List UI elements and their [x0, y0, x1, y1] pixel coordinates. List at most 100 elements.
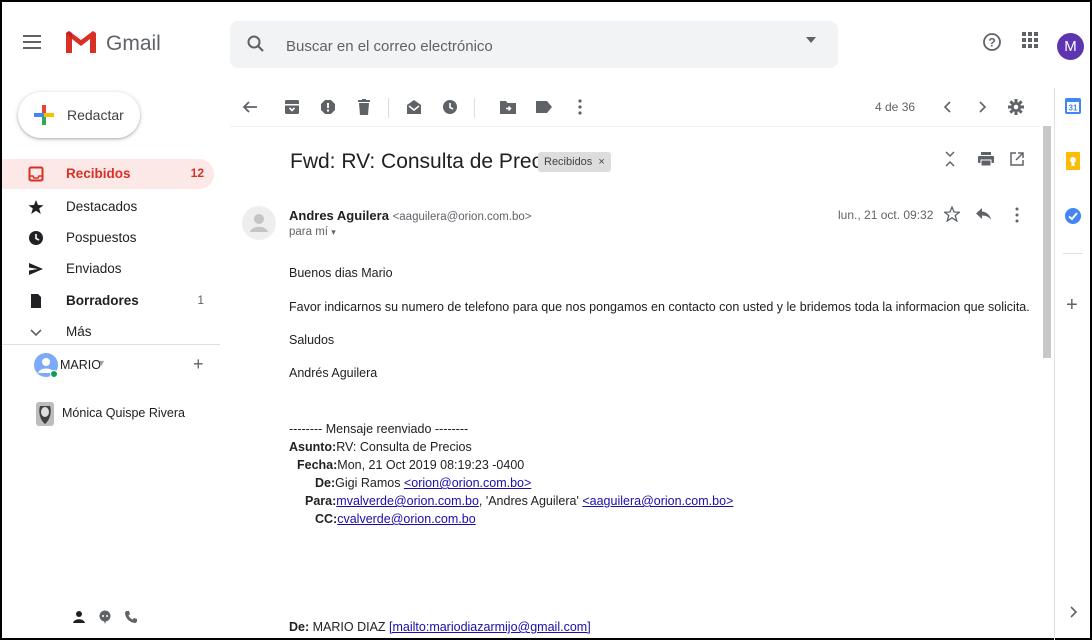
calendar-icon[interactable]: 31 — [1065, 98, 1081, 114]
message-date: lun., 21 oct. 09:32 — [838, 208, 934, 222]
sidebar-item-sent[interactable]: Enviados — [2, 254, 214, 284]
star-icon — [28, 199, 44, 215]
chat-bubble-icon[interactable] — [98, 610, 112, 624]
settings-gear-icon[interactable] — [1002, 93, 1030, 121]
forward-date-line: Fecha:Mon, 21 Oct 2019 08:19:23 -0400 — [297, 458, 524, 472]
collapse-all-icon[interactable] — [944, 151, 956, 167]
field-value: , 'Andres Aguilera' — [478, 494, 583, 508]
message-more-icon[interactable] — [1015, 207, 1019, 223]
snooze-clock-icon[interactable] — [436, 93, 464, 121]
search-input[interactable] — [284, 33, 768, 59]
expand-panel-chevron-icon[interactable] — [1069, 606, 1077, 618]
print-icon[interactable] — [978, 152, 994, 166]
top-header: Gmail ? M — [2, 2, 1090, 88]
sidebar-item-label: Borradores — [66, 293, 139, 308]
contact-name: Mónica Quispe Rivera — [62, 406, 185, 420]
help-icon[interactable]: ? — [982, 32, 1002, 52]
open-new-window-icon[interactable] — [1010, 152, 1024, 166]
hangouts-contact[interactable]: Mónica Quispe Rivera — [32, 400, 222, 430]
field-value: Mon, 21 Oct 2019 08:19:23 -0400 — [337, 458, 525, 472]
field-label: CC: — [315, 512, 338, 526]
email-link[interactable]: <orion@orion.com.bo> — [404, 476, 531, 490]
field-label: Asunto: — [289, 440, 337, 454]
label-icon[interactable] — [530, 93, 558, 121]
sidebar-item-starred[interactable]: Destacados — [2, 192, 214, 222]
forward-header: -------- Mensaje reenviado -------- — [289, 422, 469, 436]
forward-from-line: De:Gigi Ramos <orion@orion.com.bo> — [315, 476, 531, 490]
tasks-icon[interactable] — [1065, 208, 1081, 224]
phone-icon[interactable] — [124, 610, 138, 624]
reply-icon[interactable] — [976, 208, 992, 220]
search-options-icon[interactable] — [806, 37, 816, 43]
draft-count: 1 — [197, 293, 204, 307]
label-chip[interactable]: Recibidos × — [538, 152, 611, 172]
email-link[interactable]: <aaguilera@orion.com.bo> — [582, 494, 733, 508]
field-value: MARIO DIAZ — [309, 620, 390, 634]
move-to-folder-icon[interactable] — [494, 93, 522, 121]
sidebar-item-snoozed[interactable]: Pospuestos — [2, 223, 214, 253]
body-paragraph: Saludos — [289, 333, 335, 347]
search-bar[interactable] — [230, 21, 838, 68]
details-dropdown-icon[interactable]: ▾ — [331, 227, 336, 237]
mailto-link[interactable]: [mailto:mariodiazarmijo@gmail.com] — [389, 620, 591, 634]
hangouts-tabs — [62, 598, 182, 638]
menu-icon[interactable] — [14, 24, 50, 60]
account-avatar[interactable]: M — [1057, 33, 1084, 60]
hangouts-user-name: MARIO — [60, 358, 101, 372]
archive-icon[interactable] — [278, 93, 306, 121]
app-name: Gmail — [106, 32, 161, 55]
compose-label: Redactar — [67, 107, 124, 123]
toolbar-divider — [388, 98, 389, 118]
search-icon[interactable] — [246, 34, 266, 54]
sender-info: Andres Aguilera <aaguilera@orion.com.bo> — [289, 208, 531, 223]
sender-name[interactable]: Andres Aguilera — [289, 208, 389, 223]
compose-button[interactable]: Redactar — [18, 92, 140, 138]
newer-chevron-icon[interactable] — [934, 93, 962, 121]
sidebar-item-label: Enviados — [66, 261, 122, 276]
status-dropdown-icon[interactable]: ▾ — [99, 358, 104, 369]
person-icon[interactable] — [72, 610, 86, 624]
add-contact-icon[interactable]: + — [193, 354, 204, 375]
sidebar-item-more[interactable]: Más — [2, 317, 214, 347]
keep-icon[interactable] — [1066, 152, 1080, 170]
gmail-logo[interactable] — [64, 29, 98, 55]
email-link[interactable]: mvalverde@orion.com.bo — [336, 494, 479, 508]
contact-avatar — [34, 402, 56, 426]
forward-to-line: Para:mvalverde@orion.com.bo, 'Andres Agu… — [305, 494, 733, 508]
message-toolbar: 4 de 36 — [230, 88, 1040, 127]
sender-avatar[interactable] — [242, 206, 276, 240]
mark-unread-icon[interactable] — [400, 93, 428, 121]
sidebar-item-inbox[interactable]: Recibidos 12 — [2, 159, 214, 189]
apps-grid-icon[interactable] — [1022, 32, 1038, 48]
inbox-icon — [28, 166, 44, 182]
get-addons-plus-icon[interactable]: + — [1066, 294, 1078, 317]
pagination-text: 4 de 36 — [875, 100, 916, 114]
chevron-down-icon — [28, 324, 44, 340]
label-chip-text: Recibidos — [544, 156, 593, 168]
field-label: Fecha: — [297, 458, 338, 472]
older-chevron-icon[interactable] — [968, 93, 996, 121]
field-value: Gigi Ramos — [335, 476, 401, 490]
remove-label-icon[interactable]: × — [598, 156, 604, 168]
sidebar-item-drafts[interactable]: Borradores 1 — [2, 286, 214, 316]
hangouts-user[interactable]: MARIO ▾ + — [30, 350, 220, 380]
scrollbar-thumb[interactable] — [1043, 126, 1051, 358]
svg-text:?: ? — [988, 36, 995, 50]
back-arrow-icon[interactable] — [236, 93, 264, 121]
more-options-icon[interactable] — [566, 93, 594, 121]
recipient-line[interactable]: para mí ▾ — [289, 226, 336, 238]
field-label: Para: — [305, 494, 337, 508]
sidebar-item-label: Destacados — [66, 199, 138, 214]
divider — [2, 344, 220, 345]
sender-email: <aaguilera@orion.com.bo> — [392, 211, 532, 223]
clock-icon — [28, 230, 44, 246]
trash-icon[interactable] — [350, 93, 378, 121]
email-link[interactable]: cvalverde@orion.com.bo — [337, 512, 475, 526]
svg-text:31: 31 — [1069, 104, 1078, 113]
user-avatar — [34, 353, 58, 377]
compose-plus-icon — [32, 103, 56, 127]
toolbar-divider — [474, 98, 475, 118]
star-outline-icon[interactable] — [944, 206, 960, 222]
report-spam-icon[interactable] — [314, 93, 342, 121]
recipient-text: para mí — [289, 226, 328, 238]
